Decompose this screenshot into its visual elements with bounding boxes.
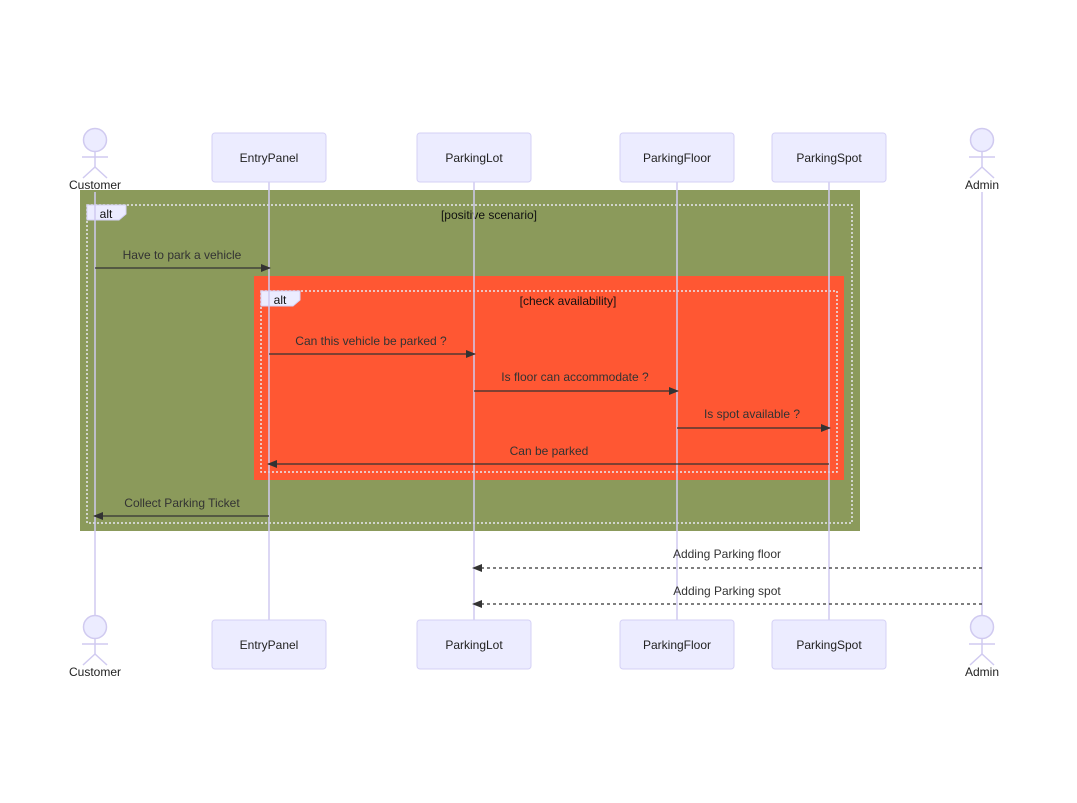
message-label: Is spot available ? — [704, 407, 800, 421]
participant-label: EntryPanel — [240, 151, 299, 165]
message-label: Have to park a vehicle — [123, 248, 242, 262]
participant-label: ParkingLot — [445, 151, 503, 165]
participant-label: ParkingFloor — [643, 151, 711, 165]
participant-entrypanel-bottom[interactable]: EntryPanel — [211, 619, 327, 670]
participant-label: ParkingSpot — [796, 638, 862, 652]
message-label: Is floor can accommodate ? — [501, 370, 649, 384]
fragment-inner-type-label: alt — [274, 293, 287, 307]
actor-label: Admin — [965, 665, 999, 679]
message-label: Collect Parking Ticket — [124, 496, 240, 510]
stick-figure-icon — [969, 127, 995, 179]
participant-label: ParkingLot — [445, 638, 503, 652]
message-label: Adding Parking floor — [673, 547, 781, 561]
participant-label: ParkingFloor — [643, 638, 711, 652]
participant-parkingfloor-bottom[interactable]: ParkingFloor — [619, 619, 735, 670]
fragment-outer-condition: [positive scenario] — [441, 208, 537, 222]
message-8[interactable]: Adding Parking spot — [472, 584, 982, 608]
participant-parkingfloor-top[interactable]: ParkingFloor — [619, 132, 735, 183]
participant-parkinglot-bottom[interactable]: ParkingLot — [416, 619, 532, 670]
message-7[interactable]: Adding Parking floor — [472, 547, 982, 572]
participant-entrypanel-top[interactable]: EntryPanel — [211, 132, 327, 183]
participant-parkingspot-bottom[interactable]: ParkingSpot — [771, 619, 887, 670]
participant-label: ParkingSpot — [796, 151, 862, 165]
participant-parkinglot-top[interactable]: ParkingLot — [416, 132, 532, 183]
actor-admin-top[interactable]: Admin — [965, 127, 999, 193]
participant-label: EntryPanel — [240, 638, 299, 652]
stick-figure-icon — [82, 614, 108, 666]
actor-admin-bottom[interactable]: Admin — [965, 614, 999, 680]
message-label: Adding Parking spot — [673, 584, 781, 598]
participant-parkingspot-top[interactable]: ParkingSpot — [771, 132, 887, 183]
stick-figure-icon — [969, 614, 995, 666]
message-label: Can be parked — [510, 444, 589, 458]
actor-label: Admin — [965, 178, 999, 192]
stick-figure-icon — [82, 127, 108, 179]
message-label: Can this vehicle be parked ? — [295, 334, 447, 348]
actor-customer-bottom[interactable]: Customer — [69, 614, 121, 680]
actor-label: Customer — [69, 665, 121, 679]
sequence-diagram: alt [positive scenario] alt [check avail… — [69, 127, 999, 680]
fragment-inner-condition: [check availability] — [520, 294, 617, 308]
actor-label: Customer — [69, 178, 121, 192]
actor-customer-top[interactable]: Customer — [69, 127, 121, 193]
fragment-outer-type-label: alt — [100, 207, 113, 221]
